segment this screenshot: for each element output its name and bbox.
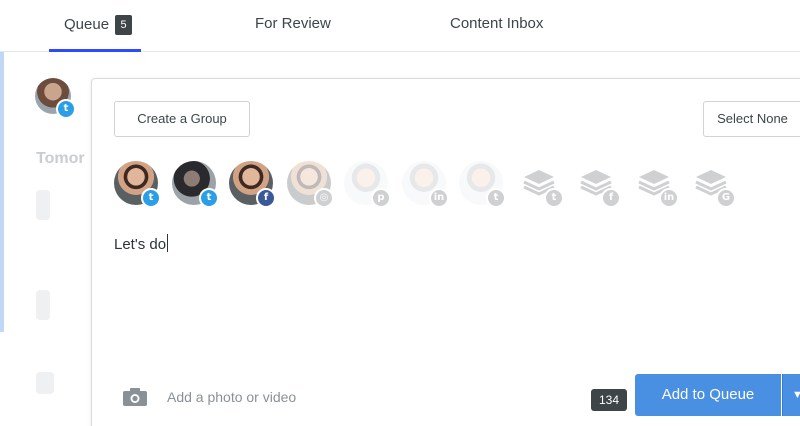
ghost-placeholder bbox=[36, 190, 50, 220]
page: Queue 5 For Review Content Inbox t Tomor … bbox=[0, 0, 800, 426]
instagram-icon: ◎ bbox=[314, 188, 334, 208]
group-linkedin[interactable]: in bbox=[632, 161, 679, 208]
active-tab-indicator bbox=[49, 49, 141, 52]
select-none-button[interactable]: Select None bbox=[703, 101, 800, 137]
post-text-input[interactable]: Let's do bbox=[114, 234, 169, 253]
profile-avatar-twitter[interactable]: t bbox=[114, 161, 161, 208]
day-heading: Tomor bbox=[36, 150, 85, 167]
twitter-icon: t bbox=[141, 188, 161, 208]
ghost-placeholder bbox=[36, 290, 50, 320]
tab-queue[interactable]: Queue 5 bbox=[64, 15, 133, 35]
add-to-queue-button[interactable]: Add to Queue bbox=[635, 374, 781, 416]
tab-for-review-label: For Review bbox=[255, 15, 331, 32]
profile-avatar-instagram[interactable]: ◎ bbox=[287, 161, 334, 208]
googleplus-icon: G bbox=[716, 188, 736, 208]
linkedin-icon: in bbox=[659, 188, 679, 208]
pinterest-icon: p bbox=[371, 188, 391, 208]
tab-for-review[interactable]: For Review bbox=[255, 15, 331, 32]
avatar[interactable]: t bbox=[35, 78, 76, 119]
ghost-placeholder bbox=[36, 372, 54, 394]
profile-avatar-twitter[interactable]: t bbox=[459, 161, 506, 208]
twitter-icon: t bbox=[56, 99, 76, 119]
left-accent-rule bbox=[0, 52, 4, 332]
queue-count-badge: 5 bbox=[115, 15, 133, 35]
profile-avatar-linkedin[interactable]: in bbox=[402, 161, 449, 208]
profile-avatar-facebook[interactable]: f bbox=[229, 161, 276, 208]
facebook-icon: f bbox=[256, 188, 276, 208]
profile-avatar-twitter[interactable]: t bbox=[172, 161, 219, 208]
twitter-icon: t bbox=[199, 188, 219, 208]
linkedin-icon: in bbox=[429, 188, 449, 208]
tab-bar: Queue 5 For Review Content Inbox bbox=[0, 0, 800, 52]
character-count: 134 bbox=[591, 389, 627, 411]
create-group-button[interactable]: Create a Group bbox=[114, 101, 250, 137]
camera-icon[interactable] bbox=[122, 387, 148, 407]
group-twitter[interactable]: t bbox=[517, 161, 564, 208]
profile-selector: t t f ◎ p in t t f in G bbox=[114, 161, 754, 209]
attach-media-link[interactable]: Add a photo or video bbox=[167, 389, 296, 405]
tab-content-inbox[interactable]: Content Inbox bbox=[450, 15, 543, 32]
group-googleplus[interactable]: G bbox=[689, 161, 736, 208]
profile-avatar-pinterest[interactable]: p bbox=[344, 161, 391, 208]
tab-content-inbox-label: Content Inbox bbox=[450, 15, 544, 32]
post-composer: Create a Group Select None t t f ◎ p in … bbox=[91, 78, 800, 426]
text-caret bbox=[167, 234, 169, 252]
caret-down-icon[interactable]: ▼ bbox=[782, 374, 800, 416]
twitter-icon: t bbox=[544, 188, 564, 208]
twitter-icon: t bbox=[486, 188, 506, 208]
group-facebook[interactable]: f bbox=[574, 161, 621, 208]
post-text-value: Let's do bbox=[114, 236, 167, 253]
facebook-icon: f bbox=[601, 188, 621, 208]
tab-queue-label: Queue bbox=[64, 16, 110, 33]
